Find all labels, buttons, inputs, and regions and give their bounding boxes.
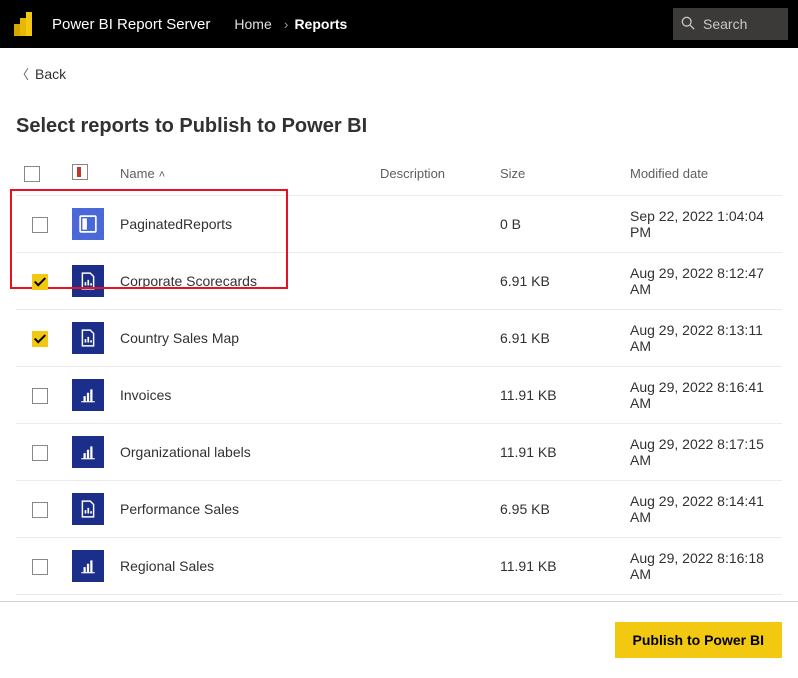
row-name: PaginatedReports: [112, 196, 372, 253]
row-description: [372, 367, 492, 424]
breadcrumb: Home › Reports: [234, 16, 347, 32]
row-description: [372, 196, 492, 253]
table-row[interactable]: Regional Sales 11.91 KBAug 29, 2022 8:16:…: [16, 538, 782, 595]
column-header-select-all[interactable]: [16, 152, 64, 196]
row-modified: Aug 29, 2022 8:13:11 AM: [622, 310, 782, 367]
chart-icon: [72, 436, 104, 468]
row-size: 6.91 KB: [492, 253, 622, 310]
row-checkbox[interactable]: [32, 559, 48, 575]
row-modified: Aug 29, 2022 8:12:47 AM: [622, 253, 782, 310]
table-row[interactable]: Invoices 11.91 KBAug 29, 2022 8:16:41 AM: [16, 367, 782, 424]
row-name: Regional Sales: [112, 538, 372, 595]
report-icon: [72, 322, 104, 354]
row-description: [372, 538, 492, 595]
table-row[interactable]: Performance Sales 6.95 KBAug 29, 2022 8:1…: [16, 481, 782, 538]
publish-button[interactable]: Publish to Power BI: [615, 622, 782, 658]
table-header-row: Name ˄ Description Size Modified date: [16, 152, 782, 196]
column-header-type[interactable]: [64, 152, 112, 196]
row-size: 6.95 KB: [492, 481, 622, 538]
row-size: 11.91 KB: [492, 367, 622, 424]
back-button[interactable]: 〈 Back: [16, 64, 66, 83]
sort-ascending-icon: ˄: [159, 169, 165, 181]
table-row[interactable]: PaginatedReports 0 BSep 22, 2022 1:04:04 …: [16, 196, 782, 253]
row-modified: Aug 29, 2022 8:14:41 AM: [622, 481, 782, 538]
row-modified: Aug 29, 2022 8:16:18 AM: [622, 538, 782, 595]
row-size: 6.91 KB: [492, 310, 622, 367]
row-checkbox[interactable]: [32, 331, 48, 347]
column-header-size[interactable]: Size: [492, 152, 622, 196]
back-label: Back: [35, 66, 66, 82]
search-icon: [681, 16, 695, 33]
page-title: Select reports to Publish to Power BI: [0, 83, 798, 152]
column-header-description[interactable]: Description: [372, 152, 492, 196]
chart-icon: [72, 550, 104, 582]
chevron-left-icon: 〈: [16, 64, 29, 83]
top-bar: Power BI Report Server Home › Reports Se…: [0, 0, 798, 48]
column-header-modified[interactable]: Modified date: [622, 152, 782, 196]
powerbi-logo-icon: [10, 10, 38, 38]
row-modified: Sep 22, 2022 1:04:04 PM: [622, 196, 782, 253]
table-row[interactable]: Corporate Scorecards 6.91 KBAug 29, 2022 …: [16, 253, 782, 310]
row-modified: Aug 29, 2022 8:16:41 AM: [622, 367, 782, 424]
row-description: [372, 424, 492, 481]
row-checkbox[interactable]: [32, 502, 48, 518]
row-size: 11.91 KB: [492, 424, 622, 481]
row-modified: Aug 29, 2022 8:17:15 AM: [622, 424, 782, 481]
row-description: [372, 253, 492, 310]
search-input[interactable]: Search: [673, 8, 788, 40]
report-icon: [72, 493, 104, 525]
row-checkbox[interactable]: [32, 274, 48, 290]
row-description: [372, 310, 492, 367]
breadcrumb-home[interactable]: Home: [234, 16, 271, 32]
table-row[interactable]: Country Sales Map 6.91 KBAug 29, 2022 8:1…: [16, 310, 782, 367]
row-size: 11.91 KB: [492, 538, 622, 595]
chevron-right-icon: ›: [284, 16, 289, 32]
row-name: Country Sales Map: [112, 310, 372, 367]
file-type-icon: [72, 164, 88, 180]
row-name: Invoices: [112, 367, 372, 424]
row-checkbox[interactable]: [32, 445, 48, 461]
column-header-name-label: Name: [120, 166, 155, 181]
report-icon: [72, 265, 104, 297]
row-name: Corporate Scorecards: [112, 253, 372, 310]
folder-icon: [72, 208, 104, 240]
breadcrumb-current: Reports: [294, 16, 347, 32]
chart-icon: [72, 379, 104, 411]
row-checkbox[interactable]: [32, 217, 48, 233]
search-placeholder: Search: [703, 16, 747, 32]
row-size: 0 B: [492, 196, 622, 253]
row-name: Performance Sales: [112, 481, 372, 538]
report-table: Name ˄ Description Size Modified date Pag…: [16, 152, 782, 595]
table-row[interactable]: Organizational labels 11.91 KBAug 29, 202…: [16, 424, 782, 481]
row-name: Organizational labels: [112, 424, 372, 481]
report-table-wrap: Name ˄ Description Size Modified date Pag…: [0, 152, 798, 595]
select-all-checkbox[interactable]: [24, 166, 40, 182]
footer: Publish to Power BI: [0, 602, 798, 678]
row-description: [372, 481, 492, 538]
app-title: Power BI Report Server: [52, 16, 210, 33]
row-checkbox[interactable]: [32, 388, 48, 404]
column-header-name[interactable]: Name ˄: [112, 152, 372, 196]
